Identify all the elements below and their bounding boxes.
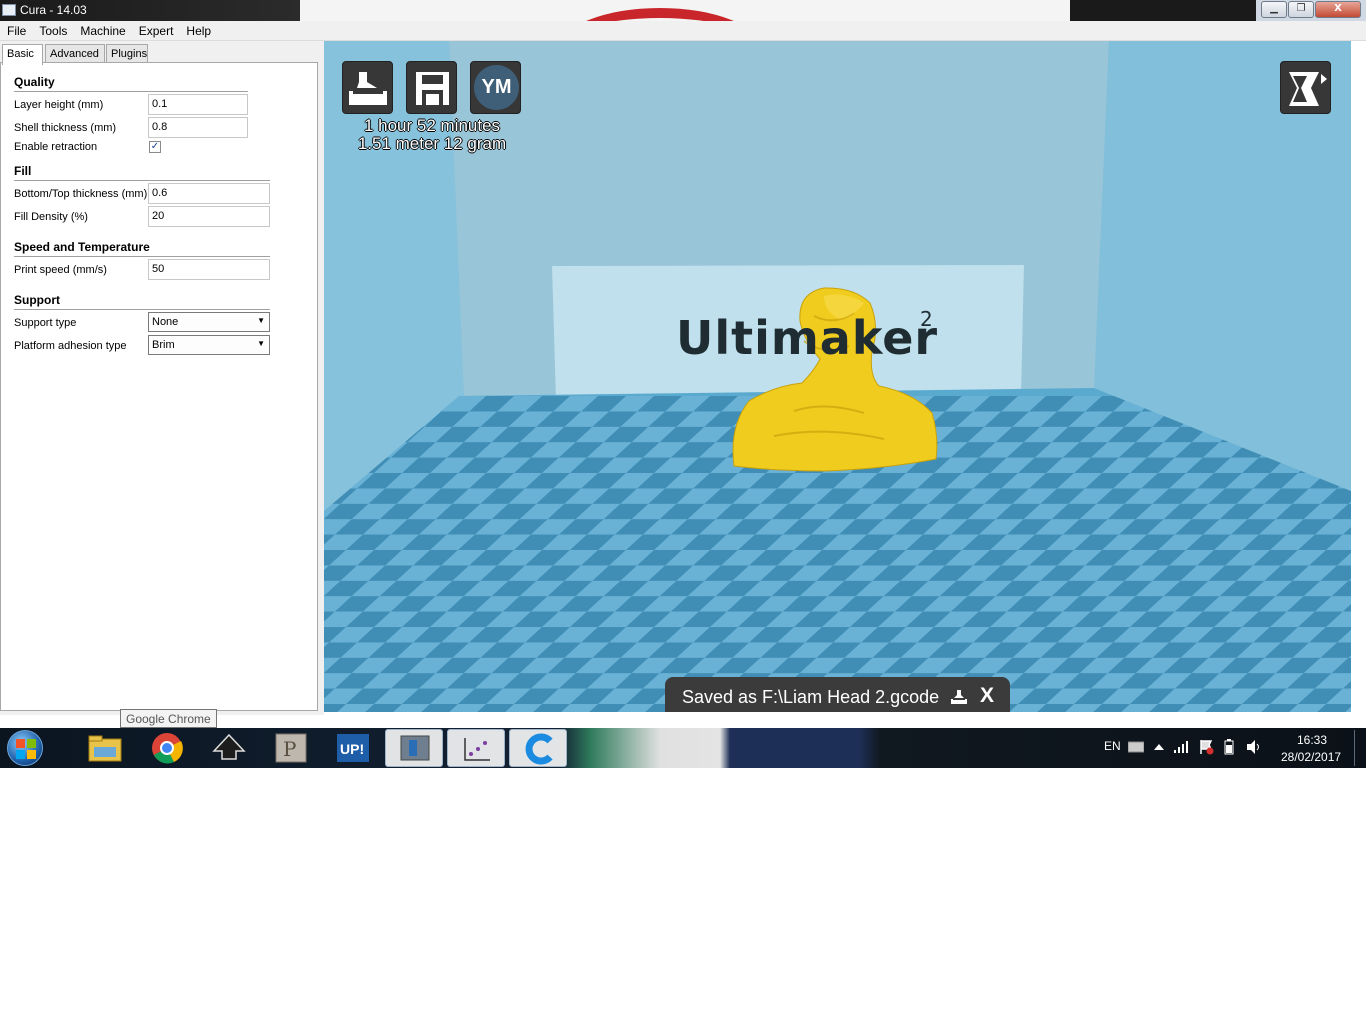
print-material-text: 1.51 meter 12 gram <box>357 134 507 153</box>
fill-density-field[interactable]: 20 <box>148 206 270 227</box>
menu-tools[interactable]: Tools <box>32 21 73 38</box>
menu-bar: File Tools Machine Expert Help <box>0 21 1366 41</box>
section-title-support: Support <box>14 293 60 307</box>
load-model-button[interactable] <box>342 61 393 114</box>
svg-text:UP!: UP! <box>340 741 364 757</box>
section-divider <box>14 91 248 92</box>
wallpaper-arc <box>560 8 760 21</box>
save-icon <box>416 72 449 105</box>
saved-notification-text: Saved as F:\Liam Head 2.gcode <box>682 687 940 707</box>
window-title: Cura - 14.03 <box>20 3 87 17</box>
taskbar-tooltip: Google Chrome <box>120 709 217 728</box>
section-divider <box>14 309 270 310</box>
menu-file[interactable]: File <box>0 21 32 38</box>
tab-plugins[interactable]: Plugins <box>106 44 148 64</box>
taskbar-chrome[interactable] <box>138 729 196 767</box>
bottom-top-thickness-label: Bottom/Top thickness (mm) <box>14 188 148 200</box>
show-desktop-button[interactable] <box>1354 730 1364 766</box>
plot-icon <box>464 738 490 761</box>
enable-retraction-checkbox[interactable]: ✓ <box>149 141 161 153</box>
taskbar-up-printer[interactable]: UP! <box>324 729 382 767</box>
document-app-icon: P <box>275 733 307 763</box>
taskbar-pdf-app[interactable]: P <box>262 729 320 767</box>
clock-time[interactable]: 16:33 <box>1297 733 1327 747</box>
taskbar-plot-app[interactable] <box>447 729 505 767</box>
platform-adhesion-label: Platform adhesion type <box>14 340 127 352</box>
action-center-flag-icon[interactable] <box>1198 739 1214 755</box>
settings-panel: Basic Advanced Plugins Quality Layer hei… <box>0 41 324 715</box>
minimize-button[interactable]: ▁ <box>1261 1 1287 18</box>
bottom-top-thickness-field[interactable]: 0.6 <box>148 183 270 204</box>
support-type-select[interactable]: None ▼ <box>148 312 270 332</box>
print-speed-label: Print speed (mm/s) <box>14 264 107 276</box>
view-mode-button[interactable] <box>1280 61 1331 114</box>
tab-advanced[interactable]: Advanced <box>45 44 105 64</box>
dropdown-arrow-icon: ▼ <box>257 339 265 348</box>
svg-text:P: P <box>283 737 296 761</box>
layer-height-field[interactable]: 0.1 <box>148 94 248 115</box>
network-icon[interactable] <box>1174 740 1190 754</box>
brand-text: Ultimaker <box>676 311 939 365</box>
chrome-icon <box>152 733 183 764</box>
eject-icon[interactable] <box>951 690 967 704</box>
enable-retraction-label: Enable retraction <box>14 141 98 153</box>
volume-icon[interactable] <box>1246 740 1262 754</box>
save-gcode-button[interactable] <box>406 61 457 114</box>
clock-date[interactable]: 28/02/2017 <box>1281 750 1341 764</box>
load-icon <box>349 72 387 105</box>
taskbar-inkscape[interactable] <box>200 729 258 767</box>
up-printer-icon: UP! <box>337 734 369 762</box>
section-title-fill: Fill <box>14 164 32 178</box>
battery-icon[interactable] <box>1224 739 1234 755</box>
maximize-button[interactable]: ❐ <box>1288 1 1314 18</box>
close-button[interactable]: X <box>1315 1 1361 18</box>
3d-viewport[interactable]: Ultimaker 2 YM 1 hour 52 minutes 1.51 me… <box>324 41 1351 712</box>
folder-icon <box>88 735 122 762</box>
taskbar-cura-window[interactable] <box>385 729 443 767</box>
keyboard-icon[interactable] <box>1128 740 1144 754</box>
language-indicator[interactable]: EN <box>1104 739 1121 753</box>
menu-help[interactable]: Help <box>179 21 217 38</box>
show-hidden-icons-icon[interactable] <box>1154 743 1164 751</box>
taskbar-explorer[interactable] <box>76 729 134 767</box>
menu-machine[interactable]: Machine <box>73 21 131 38</box>
support-type-label: Support type <box>14 317 77 329</box>
platform-adhesion-value: Brim <box>152 339 175 351</box>
tab-basic[interactable]: Basic <box>2 44 43 65</box>
app-window-icon <box>2 4 16 16</box>
view-mode-icon <box>1289 72 1327 106</box>
windows-logo-icon <box>16 739 36 759</box>
cura-icon <box>525 733 553 765</box>
window-title-bar: Cura - 14.03 ▁ ❐ X <box>0 0 1366 21</box>
platform-adhesion-select[interactable]: Brim ▼ <box>148 335 270 355</box>
youmagine-icon: YM <box>474 65 519 110</box>
youmagine-button[interactable]: YM <box>470 61 521 114</box>
start-button[interactable] <box>7 730 43 766</box>
print-time-text: 1 hour 52 minutes <box>363 116 501 135</box>
shell-thickness-field[interactable]: 0.8 <box>148 117 248 138</box>
shell-thickness-label: Shell thickness (mm) <box>14 122 117 134</box>
section-divider <box>14 256 270 257</box>
close-notification-button[interactable]: X <box>980 684 994 708</box>
menu-expert[interactable]: Expert <box>132 21 180 38</box>
section-title-speed: Speed and Temperature <box>14 240 150 254</box>
layer-height-label: Layer height (mm) <box>14 99 104 111</box>
saved-notification: Saved as F:\Liam Head 2.gcode X <box>665 677 1010 712</box>
dropdown-arrow-icon: ▼ <box>257 316 265 325</box>
print-speed-field[interactable]: 50 <box>148 259 270 280</box>
support-type-value: None <box>152 316 179 328</box>
brand-superscript: 2 <box>920 307 933 331</box>
window-preview-icon <box>400 735 430 761</box>
section-divider <box>14 180 270 181</box>
fill-density-label: Fill Density (%) <box>14 211 88 223</box>
taskbar-cura-app[interactable] <box>509 729 567 767</box>
section-title-quality: Quality <box>14 75 55 89</box>
system-tray: EN 16:33 28/02/2017 <box>1098 728 1366 768</box>
settings-basic-page: Quality Layer height (mm) 0.1 Shell thic… <box>0 62 318 711</box>
windows-taskbar: P UP! EN 16:33 28/02/2017 <box>0 728 1366 768</box>
inkscape-icon <box>212 733 246 760</box>
